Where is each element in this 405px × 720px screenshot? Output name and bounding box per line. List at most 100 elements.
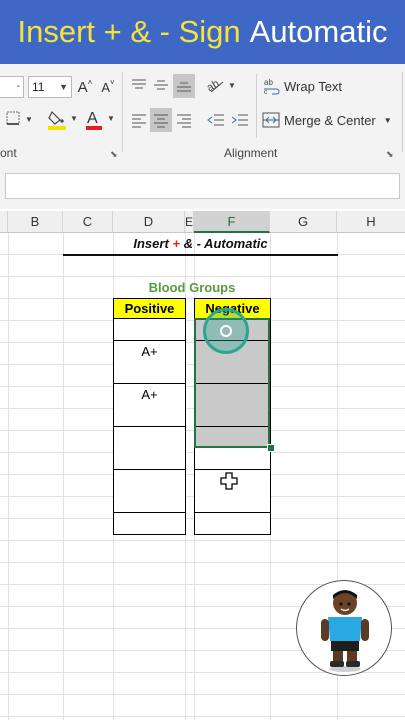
align-right-icon — [177, 114, 191, 128]
orientation-icon: ab ▼ — [205, 78, 236, 94]
caret-up-icon: ˄ — [87, 77, 93, 87]
svg-text:ab: ab — [264, 78, 273, 87]
svg-text:▼: ▼ — [25, 115, 33, 124]
decrease-font-size-button[interactable]: A ˅ — [100, 76, 116, 98]
bottom-align-button[interactable] — [173, 74, 195, 98]
column-header-c[interactable]: C — [63, 211, 113, 233]
column-header-f[interactable]: F — [194, 211, 270, 233]
chevron-down-icon: ▼ — [59, 82, 68, 92]
column-header-a[interactable] — [0, 211, 8, 233]
top-align-button[interactable] — [128, 74, 150, 96]
middle-align-icon — [154, 80, 168, 90]
increase-font-size-button[interactable]: A ˄ — [77, 76, 93, 98]
decrease-font-label: A — [101, 79, 110, 95]
negative-cell[interactable] — [194, 512, 271, 535]
column-header-g[interactable]: G — [270, 211, 337, 233]
home-ribbon: - 11 ▼ A ˄ A ˅ ▼ ▼ A ▼ ab ▼ ab c Wrap Te… — [0, 64, 405, 165]
font-name-dropdown[interactable]: - — [0, 76, 24, 98]
cartoon-character-icon — [321, 590, 369, 672]
formula-bar-input[interactable] — [5, 173, 400, 199]
font-size-value: 11 — [32, 80, 45, 94]
align-left-icon — [132, 114, 146, 128]
merge-center-label: Merge & Center — [284, 112, 376, 128]
wrap-text-button[interactable]: ab c Wrap Text — [262, 74, 352, 98]
column-header-e[interactable]: E — [185, 211, 194, 233]
positive-cell[interactable] — [113, 319, 186, 341]
positive-cell[interactable]: A+ — [113, 383, 186, 406]
merge-center-icon — [262, 112, 280, 128]
svg-text:▼: ▼ — [228, 81, 236, 90]
positive-cell[interactable] — [113, 512, 186, 535]
row-line — [0, 540, 405, 541]
borders-icon: ▼ — [6, 111, 33, 125]
chevron-down-icon: ▼ — [383, 115, 392, 125]
positive-cell[interactable] — [113, 469, 186, 492]
formula-bar-area — [0, 164, 405, 209]
sheet-title-part1: Insert — [133, 236, 173, 251]
positive-header-cell[interactable]: Positive — [113, 298, 186, 319]
video-title-banner: Insert + & - Sign Automatic — [0, 0, 405, 64]
column-header-h[interactable]: H — [337, 211, 405, 233]
alignment-group-label: Alignment — [224, 146, 278, 160]
font-size-dropdown[interactable]: 11 ▼ — [28, 76, 72, 98]
font-group-label: ont — [0, 146, 17, 160]
fill-handle[interactable] — [267, 444, 275, 452]
merge-center-button[interactable]: Merge & Center ▼ — [262, 108, 392, 132]
wrap-text-label: Wrap Text — [284, 78, 343, 94]
grid-line — [8, 233, 9, 720]
fill-bucket-icon: ▼ — [48, 110, 78, 130]
ribbon-separator — [402, 72, 403, 152]
presenter-avatar — [296, 580, 392, 676]
svg-text:c: c — [264, 89, 268, 95]
align-left-button[interactable] — [128, 108, 150, 132]
decrease-indent-icon — [207, 114, 224, 126]
cell-select-cursor-icon — [220, 472, 238, 490]
row-line — [0, 716, 405, 717]
positive-cell[interactable] — [113, 491, 186, 513]
dialog-launcher-icon[interactable]: ⬊ — [110, 149, 118, 160]
dialog-launcher-icon[interactable]: ⬊ — [386, 149, 394, 160]
middle-align-button[interactable] — [150, 74, 172, 96]
banner-title-part1: Insert + & - Sign — [17, 14, 241, 49]
top-align-icon — [132, 79, 146, 89]
blood-groups-title[interactable]: Blood Groups — [113, 277, 271, 298]
positive-cell[interactable] — [113, 405, 186, 427]
increase-indent-icon — [231, 114, 248, 126]
wrap-text-icon: ab c — [264, 78, 280, 95]
row-line — [0, 694, 405, 695]
svg-text:▼: ▼ — [107, 114, 115, 123]
font-name-value: - — [16, 81, 20, 92]
svg-text:A: A — [87, 110, 98, 127]
negative-cell[interactable] — [194, 491, 271, 513]
sheet-title[interactable]: Insert + & - Automatic — [63, 233, 338, 256]
align-center-icon — [154, 114, 168, 128]
fill-color-button[interactable]: ▼ — [46, 108, 80, 132]
column-header-d[interactable]: D — [113, 211, 185, 233]
increase-indent-button[interactable] — [229, 108, 251, 132]
bottom-align-icon — [177, 82, 191, 92]
borders-button[interactable]: ▼ — [4, 108, 34, 130]
column-header-b[interactable]: B — [8, 211, 63, 233]
banner-title-part2: Automatic — [249, 14, 388, 49]
align-right-button[interactable] — [173, 108, 195, 132]
grid-line — [63, 233, 64, 720]
align-center-button[interactable] — [150, 108, 172, 132]
font-color-icon: A ▼ — [86, 110, 115, 130]
ribbon-separator — [256, 74, 257, 138]
click-indicator-center — [220, 325, 232, 337]
sheet-title-plus: + — [172, 236, 180, 251]
sheet-title-part2: & - Automatic — [179, 236, 268, 251]
decrease-indent-button[interactable] — [205, 108, 227, 132]
positive-cell[interactable] — [113, 426, 186, 449]
positive-cell[interactable] — [113, 362, 186, 384]
increase-font-label: A — [77, 78, 88, 96]
negative-cell[interactable] — [194, 448, 271, 470]
row-line — [0, 562, 405, 563]
positive-cell[interactable] — [113, 448, 186, 470]
ribbon-separator — [122, 72, 123, 152]
caret-down-small-icon: ˅ — [110, 77, 115, 87]
font-color-button[interactable]: A ▼ — [85, 108, 117, 132]
orientation-button[interactable]: ab ▼ — [205, 74, 237, 96]
positive-cell[interactable]: A+ — [113, 340, 186, 363]
svg-text:▼: ▼ — [70, 114, 78, 123]
